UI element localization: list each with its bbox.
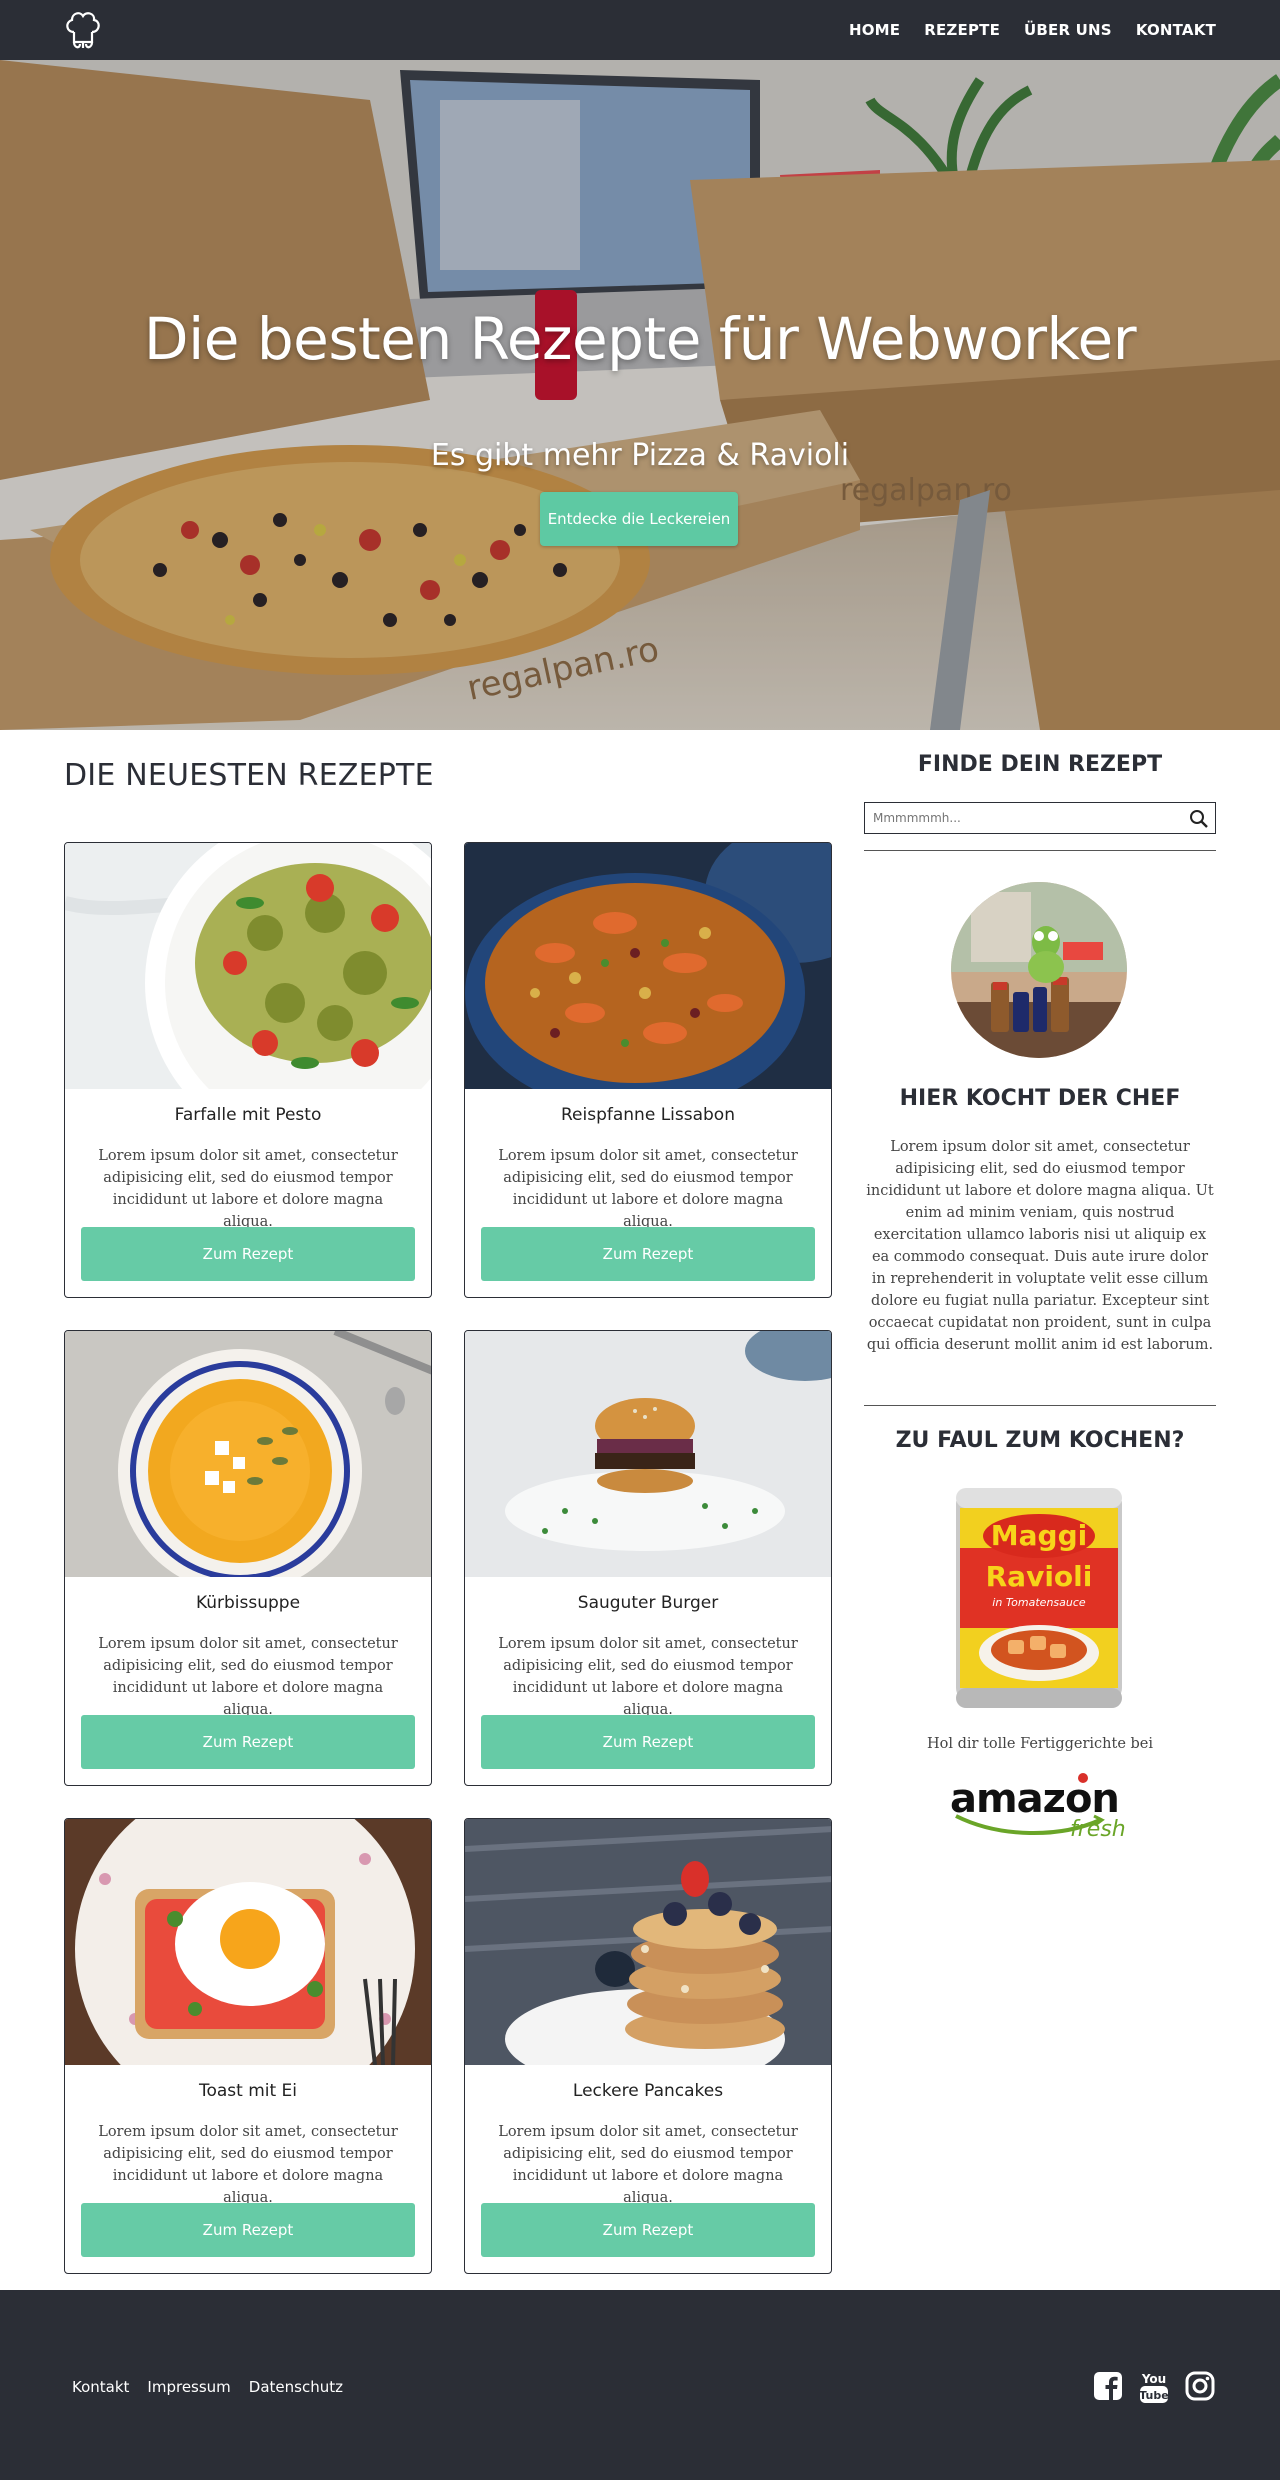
amazon-fresh-logo[interactable]: amazon fresh [950,1772,1130,1842]
can-product: Ravioli [986,1560,1093,1593]
youtube-tube-text: Tube [1139,2389,1168,2402]
top-navbar: HOME REZEPTE ÜBER UNS KONTAKT [0,0,1280,60]
footer: Kontakt Impressum Datenschutz You Tube [0,2290,1280,2480]
recipes-heading: DIE NEUESTEN REZEPTE [64,758,434,793]
recipe-button[interactable]: Zum Rezept [81,2203,415,2257]
recipe-button[interactable]: Zum Rezept [481,2203,815,2257]
recipe-title: Leckere Pancakes [572,2081,724,2101]
divider [864,850,1216,851]
recipe-image[interactable] [465,843,831,1089]
facebook-icon[interactable] [1092,2370,1124,2404]
recipe-card: Kürbissuppe Lorem ipsum dolor sit amet, … [64,1330,432,1786]
chef-avatar [951,882,1127,1058]
recipe-description: Lorem ipsum dolor sit amet, consectetur … [498,1636,798,1718]
hero-title: Die besten Rezepte für Webworker [143,305,1137,373]
amazon-wordmark: amazon [950,1776,1119,1822]
can-subtitle: in Tomatensauce [992,1596,1086,1609]
recipe-description: Lorem ipsum dolor sit amet, consectetur … [498,2124,798,2206]
recipe-image[interactable] [65,843,431,1089]
ad-text: Hol dir tolle Fertiggerichte bei [926,1736,1154,1752]
hero-subtitle: Es gibt mehr Pizza & Ravioli [430,438,850,473]
recipe-description: Lorem ipsum dolor sit amet, consectetur … [498,1148,798,1230]
chef-text: Lorem ipsum dolor sit amet, consectetur … [866,1139,1214,1353]
chef-heading: HIER KOCHT DER CHEF [899,1086,1181,1111]
ravioli-can-image[interactable]: Maggi Ravioli in Tomatensauce [950,1478,1128,1714]
lazy-heading: ZU FAUL ZUM KOCHEN? [895,1428,1185,1453]
hero-overlay [0,60,1280,730]
recipe-title: Reispfanne Lissabon [561,1105,735,1125]
recipe-card: Reispfanne Lissabon Lorem ipsum dolor si… [464,842,832,1298]
recipe-image[interactable] [465,1331,831,1577]
nav-home-link[interactable]: HOME [849,21,900,39]
recipe-button[interactable]: Zum Rezept [481,1227,815,1281]
nav-ueber-uns-link[interactable]: ÜBER UNS [1024,21,1112,39]
recipe-title: Farfalle mit Pesto [174,1105,322,1125]
youtube-icon[interactable]: You Tube [1138,2370,1170,2404]
recipe-title: Toast mit Ei [198,2081,298,2101]
recipe-button[interactable]: Zum Rezept [481,1715,815,1769]
main-menu: HOME REZEPTE ÜBER UNS KONTAKT [849,0,1216,60]
recipe-image[interactable] [465,1819,831,2065]
youtube-you-text: You [1141,2372,1166,2386]
recipe-card: Toast mit Ei Lorem ipsum dolor sit amet,… [64,1818,432,2274]
recipe-button[interactable]: Zum Rezept [81,1715,415,1769]
recipe-card: Farfalle mit Pesto Lorem ipsum dolor sit… [64,842,432,1298]
recipe-title: Kürbissuppe [195,1593,301,1613]
discover-button[interactable]: Entdecke die Leckereien [540,492,738,546]
recipe-image[interactable] [65,1819,431,2065]
search-input[interactable] [873,808,1173,828]
amazon-fresh-wordmark: fresh [1070,1817,1126,1842]
footer-datenschutz-link[interactable]: Datenschutz [249,2378,343,2396]
footer-kontakt-link[interactable]: Kontakt [72,2378,129,2396]
recipe-description: Lorem ipsum dolor sit amet, consectetur … [98,1636,398,1718]
instagram-icon[interactable] [1184,2370,1216,2404]
search-heading: FINDE DEIN REZEPT [917,752,1163,777]
recipe-button[interactable]: Zum Rezept [81,1227,415,1281]
footer-impressum-link[interactable]: Impressum [147,2378,230,2396]
search-box [864,802,1216,834]
recipe-description: Lorem ipsum dolor sit amet, consectetur … [98,2124,398,2206]
recipe-title: Sauguter Burger [577,1593,719,1613]
hero-banner: regalpan.ro regalpan.ro Die besten Rezep… [0,60,1280,730]
divider [864,1405,1216,1406]
social-links: You Tube [1092,2370,1216,2404]
chef-hat-icon[interactable] [62,8,102,52]
recipe-card: Sauguter Burger Lorem ipsum dolor sit am… [464,1330,832,1786]
footer-links: Kontakt Impressum Datenschutz [72,2378,343,2396]
search-icon[interactable] [1189,809,1209,829]
recipe-card: Leckere Pancakes Lorem ipsum dolor sit a… [464,1818,832,2274]
nav-rezepte-link[interactable]: REZEPTE [924,21,1000,39]
recipe-image[interactable] [65,1331,431,1577]
can-brand: Maggi [991,1519,1087,1552]
nav-kontakt-link[interactable]: KONTAKT [1136,21,1216,39]
recipe-description: Lorem ipsum dolor sit amet, consectetur … [98,1148,398,1230]
